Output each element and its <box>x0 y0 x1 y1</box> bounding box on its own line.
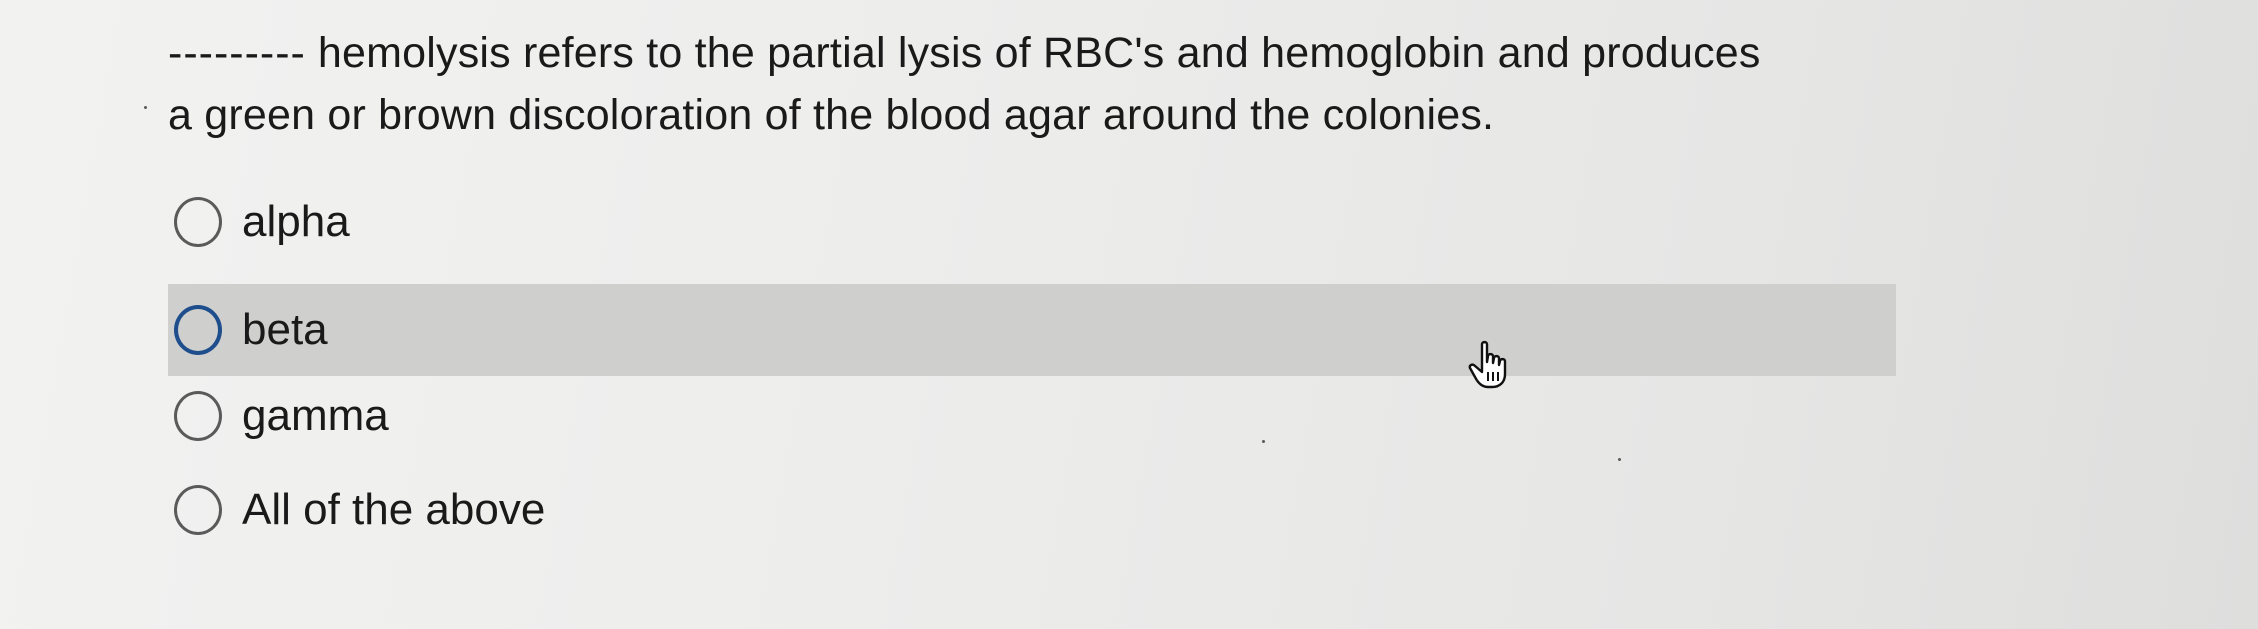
option-all-of-the-above[interactable]: All of the above <box>168 464 1896 556</box>
hand-pointer-icon <box>1468 340 1507 389</box>
screen-speck <box>1618 458 1621 461</box>
option-beta[interactable]: beta <box>168 284 1896 376</box>
question-line-1: --------- hemolysis refers to the partial… <box>168 22 1928 84</box>
question-text: --------- hemolysis refers to the partial… <box>168 22 1928 146</box>
question-line-1-text: hemolysis refers to the partial lysis of… <box>317 29 1761 77</box>
radio-button-gamma[interactable] <box>174 391 222 441</box>
question-line-2: a green or brown discoloration of the bl… <box>168 91 1495 139</box>
option-gamma[interactable]: gamma <box>168 370 1896 462</box>
option-label-gamma: gamma <box>242 391 389 440</box>
screen-speck <box>144 106 147 109</box>
option-label-beta: beta <box>242 305 328 354</box>
option-alpha[interactable]: alpha <box>168 176 1896 268</box>
option-label-all-of-the-above: All of the above <box>242 485 546 534</box>
radio-button-beta[interactable] <box>174 305 222 355</box>
radio-button-all-of-the-above[interactable] <box>174 485 222 535</box>
answer-blank: --------- <box>168 29 306 77</box>
radio-button-alpha[interactable] <box>174 197 222 247</box>
screen-speck <box>1262 440 1265 443</box>
option-label-alpha: alpha <box>242 197 350 246</box>
